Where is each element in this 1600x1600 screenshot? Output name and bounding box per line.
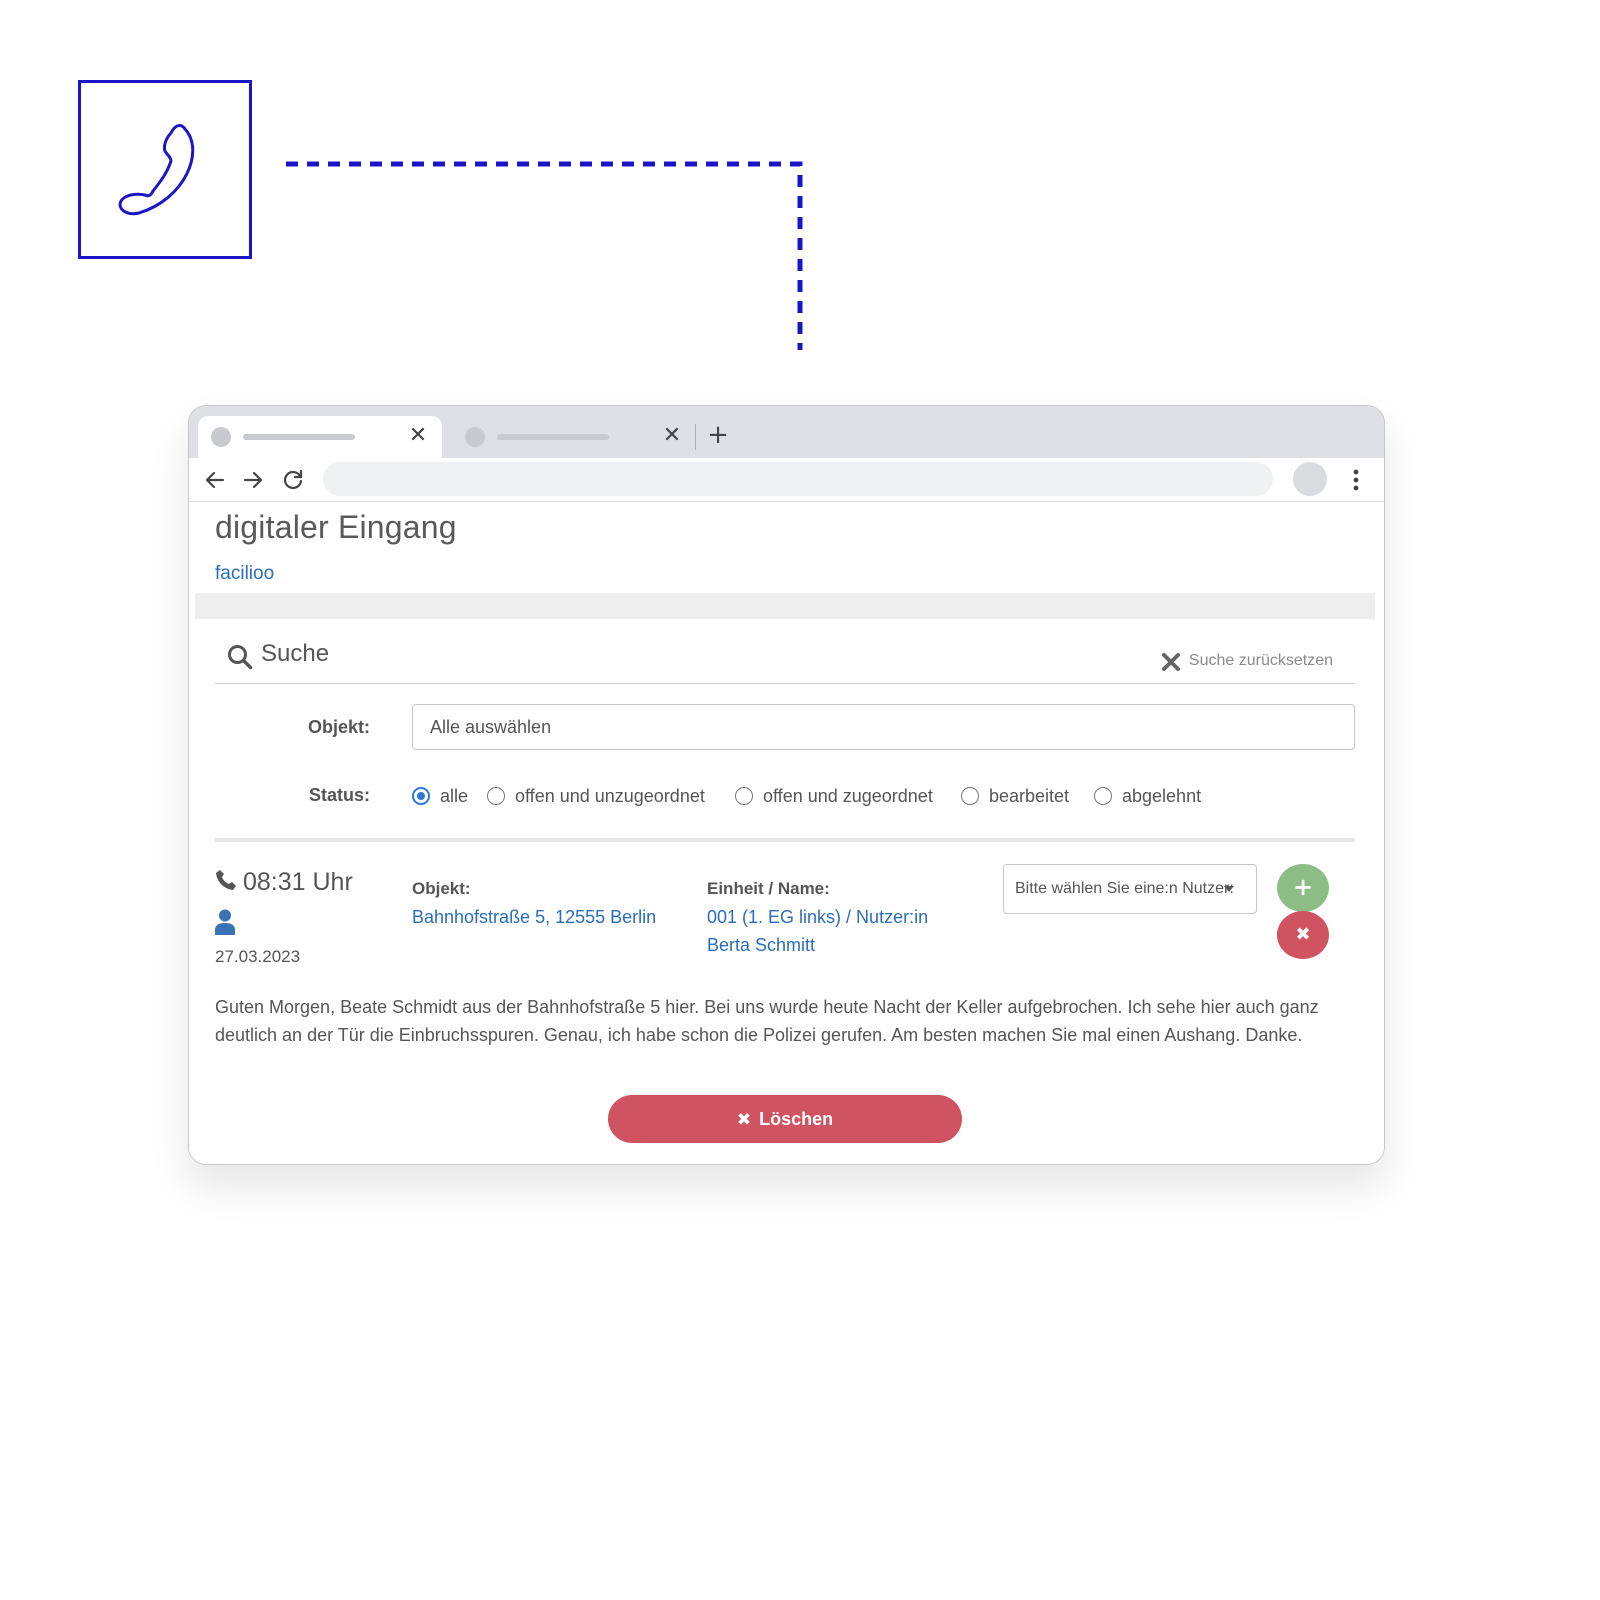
chevron-down-icon [1224,886,1234,892]
user-icon [215,909,235,935]
objekt-filter-label: Objekt: [307,717,370,737]
back-arrow-icon[interactable] [201,466,229,494]
entry-objekt-label: Objekt: [412,879,471,898]
entry-objekt-link[interactable]: Bahnhofstraße 5, 12555 Berlin [412,903,656,931]
delete-button[interactable]: ✖ Löschen [608,1095,962,1143]
objekt-select-value: Alle auswählen [430,717,552,737]
status-filter-label: Status: [308,785,370,805]
tab-separator [695,424,696,450]
objekt-select[interactable]: Alle auswählen [412,704,1355,750]
phone-handset-icon [118,124,195,216]
entry-einheit-label: Einheit / Name: [707,879,830,898]
delete-button-label: Löschen [759,1109,834,1129]
entry-einheit-link[interactable]: 001 (1. EG links) / Nutzer:in [707,903,928,931]
delete-button-content: ✖ Löschen [737,1095,833,1145]
radio-label: offen und unzugeordnet [515,786,705,806]
tab-favicon [211,427,231,447]
radio-label: offen und zugeordnet [763,786,933,806]
section-separator [195,593,1375,619]
reload-icon[interactable] [279,466,307,494]
reset-search-label: Suche zurücksetzen [1188,652,1333,669]
status-radio-bearbeitet[interactable]: bearbeitet [961,783,1094,811]
phone-icon [216,870,236,890]
profile-avatar[interactable] [1293,462,1327,496]
radio-indicator [1094,787,1112,805]
assign-add-button[interactable]: + [1277,864,1329,912]
tab-title-placeholder [497,434,609,440]
search-title: Suche [261,640,330,667]
address-bar[interactable] [323,462,1273,496]
reject-button[interactable]: ✖ [1277,911,1329,959]
status-radio-offen-unzugeordnet[interactable]: offen und unzugeordnet [487,783,735,811]
entry-message: Guten Morgen, Beate Schmidt aus der Bahn… [215,997,1319,1045]
results-divider [215,838,1355,842]
close-icon [1161,653,1180,671]
search-icon [228,645,253,670]
close-icon: ✖ [736,1110,752,1130]
radio-label: abgelehnt [1122,786,1202,806]
radio-label: bearbeitet [989,786,1070,806]
status-radio-abgelehnt[interactable]: abgelehnt [1094,783,1224,811]
radio-indicator [735,787,753,805]
page-title: digitaler Eingang [215,509,457,545]
browser-window: ✕ ✕ + digitaler Eingang facilioo Suche S… [188,405,1385,1165]
radio-indicator [412,787,430,805]
phone-illustration-box [78,80,252,259]
status-radio-group: alle offen und unzugeordnet offen und zu… [412,783,1224,811]
tab-title-placeholder [243,434,355,440]
entry-name-link[interactable]: Berta Schmitt [707,931,815,959]
radio-indicator [487,787,505,805]
tab-close-icon[interactable]: ✕ [406,424,430,448]
reset-search-button[interactable]: Suche zurücksetzen [1161,650,1333,672]
entry-date: 27.03.2023 [215,947,301,966]
page-inner: digitaler Eingang facilioo Suche Suche z… [195,503,1375,1165]
browser-toolbar [189,458,1384,502]
page-header: digitaler Eingang facilioo [195,503,1375,593]
search-header: Suche Suche zurücksetzen [215,638,1355,684]
entry-bottom-border [195,1164,1375,1165]
status-radio-offen-zugeordnet[interactable]: offen und zugeordnet [735,783,961,811]
page-content: digitaler Eingang facilioo Suche Suche z… [189,503,1384,1165]
browser-menu-icon[interactable] [1349,466,1363,494]
forward-arrow-icon[interactable] [239,466,267,494]
brand-link[interactable]: facilioo [215,563,274,585]
status-radio-alle[interactable]: alle [412,783,487,811]
tab-close-icon[interactable]: ✕ [660,424,684,448]
radio-indicator [961,787,979,805]
entry-time: 08:31 Uhr [215,865,353,899]
browser-tab-active[interactable]: ✕ [198,416,442,458]
browser-tab-inactive[interactable]: ✕ [452,416,696,458]
user-select-placeholder: Bitte wählen Sie eine:n Nutzer: [1015,880,1234,897]
dashed-connector [286,161,803,350]
browser-tab-bar: ✕ ✕ + [189,406,1384,458]
tab-favicon [465,427,485,447]
new-tab-button[interactable]: + [705,420,731,450]
user-select[interactable]: Bitte wählen Sie eine:n Nutzer: [1003,864,1257,914]
